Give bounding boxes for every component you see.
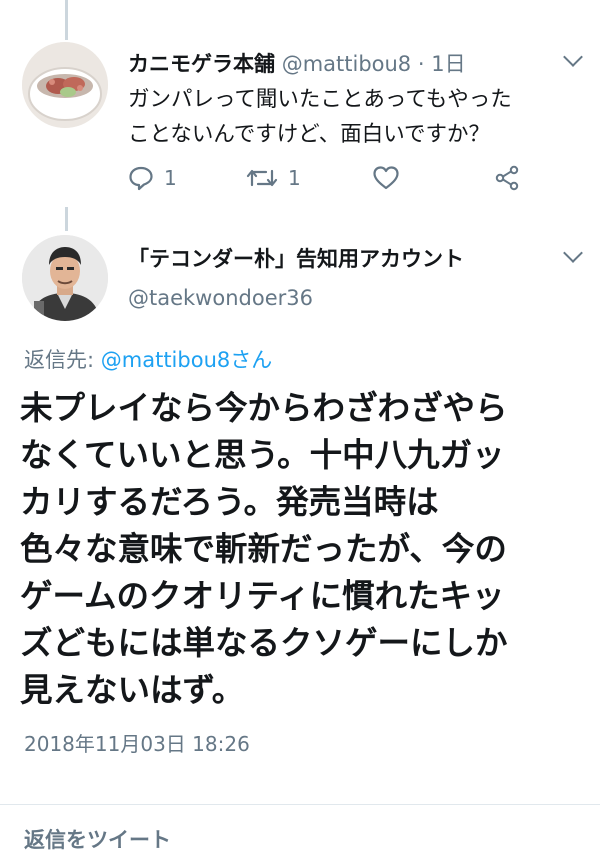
chevron-down-icon[interactable] (563, 243, 583, 263)
retweet-icon (246, 169, 278, 187)
tweet2-text-line: 色々な意味で斬新だったが、今の (20, 530, 507, 568)
reply-to-line: 返信先: @mattibou8さん (24, 344, 272, 374)
reply-to-handle[interactable]: @mattibou8さん (101, 348, 272, 372)
reply-count: 1 (164, 166, 177, 190)
heart-icon (373, 166, 399, 190)
share-action[interactable] (494, 165, 520, 191)
thread-line-middle (65, 207, 68, 231)
chevron-down-icon[interactable] (563, 47, 583, 67)
reply-to-label: 返信先: (24, 348, 101, 372)
tweet2-text-line: 未プレイなら今からわざわざやら (20, 389, 508, 427)
tweet1-header: カニモゲラ本舗 @mattibou8 · 1日 (128, 48, 466, 78)
reply-icon (129, 166, 153, 191)
reply-action[interactable]: 1 (128, 165, 177, 191)
avatar-kanimogera[interactable] (22, 42, 108, 128)
retweet-count: 1 (288, 166, 301, 190)
tweet2-text-line: ゲームのクオリティに慣れたキッ (20, 577, 505, 615)
tweet2-author-handle[interactable]: @taekwondoer36 (128, 286, 313, 310)
tweet1-actions: 1 1 (128, 165, 568, 195)
tweet2-author-name[interactable]: 「テコンダー朴」告知用アカウント (128, 243, 464, 273)
divider (0, 804, 600, 805)
share-icon (495, 165, 519, 191)
tweet1-author-name[interactable]: カニモゲラ本舗 (128, 52, 275, 76)
tweet1-text-line: ガンパレって聞いたことあってもやった (128, 87, 512, 112)
tweet2-timestamp[interactable]: 2018年11月03日 18:26 (24, 728, 250, 757)
tweet1-time[interactable]: 1日 (431, 52, 465, 76)
tweet2-text-line: ズどもには単なるクソゲーにしか (20, 624, 508, 662)
reply-tweet-button[interactable]: 返信をツイート (24, 824, 171, 854)
tweet1-separator: · (411, 52, 432, 76)
retweet-action[interactable]: 1 (246, 165, 301, 191)
tweet1-text-line: ことないんですけど、面白いですか？ (128, 122, 491, 147)
thread-line-top (65, 0, 68, 40)
tweet1-text: ガンパレって聞いたことあってもやった ことないんですけど、面白いですか？ (128, 82, 588, 152)
tweet2-text: 未プレイなら今からわざわざやら なくていいと思う。十中八九ガッ カリするだろう。… (20, 385, 590, 714)
tweet2-text-line: 見えないはず。 (20, 671, 245, 709)
tweet2-text-line: なくていいと思う。十中八九ガッ (20, 436, 505, 474)
tweet2-text-line: カリするだろう。発売当時は (20, 483, 439, 521)
tweet1-author-handle[interactable]: @mattibou8 (282, 52, 411, 76)
avatar-taekwondoer[interactable] (22, 235, 108, 321)
like-action[interactable] (372, 165, 400, 191)
